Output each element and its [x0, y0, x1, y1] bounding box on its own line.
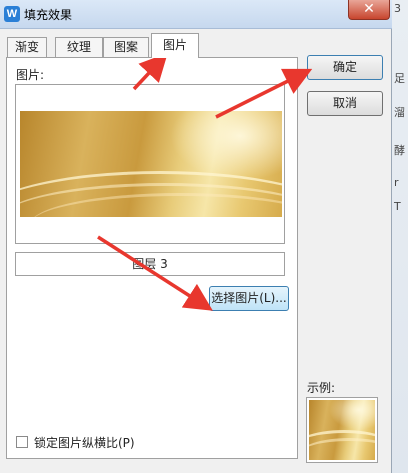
lock-aspect-label: 锁定图片纵横比(P): [34, 436, 135, 450]
background-window: 3 足 溜 酵 r T: [392, 0, 408, 473]
background-text: 足: [394, 72, 405, 85]
picture-label: 图片:: [16, 68, 45, 82]
picture-name-field: 图层 3: [15, 252, 285, 276]
fill-effects-dialog: W 填充效果 ✕ 渐变 纹理 图案 图片 图片: 图层 3 选择图片(L)...…: [0, 0, 392, 473]
tab-picture[interactable]: 图片: [151, 33, 199, 58]
picture-preview: [15, 84, 285, 244]
background-text: 酵: [394, 144, 405, 157]
tab-pattern[interactable]: 图案: [103, 37, 149, 57]
background-text: 3: [394, 2, 401, 15]
tab-gradient[interactable]: 渐变: [7, 37, 47, 57]
wps-writer-icon: W: [4, 6, 20, 22]
tab-texture[interactable]: 纹理: [55, 37, 103, 57]
cancel-button[interactable]: 取消: [307, 91, 383, 116]
sample-preview: [306, 397, 378, 463]
sample-label: 示例:: [307, 381, 336, 395]
golden-picture-image: [20, 111, 282, 217]
background-text: T: [394, 200, 401, 213]
background-text: 溜: [394, 106, 405, 119]
ok-button[interactable]: 确定: [307, 55, 383, 80]
lock-aspect-checkbox[interactable]: [16, 436, 28, 448]
sample-picture-image: [309, 400, 375, 460]
title-bar: W 填充效果 ✕: [0, 0, 392, 29]
select-picture-button[interactable]: 选择图片(L)...: [209, 286, 289, 311]
dialog-title: 填充效果: [24, 8, 73, 22]
background-text: r: [394, 176, 399, 189]
close-button[interactable]: ✕: [348, 0, 390, 20]
